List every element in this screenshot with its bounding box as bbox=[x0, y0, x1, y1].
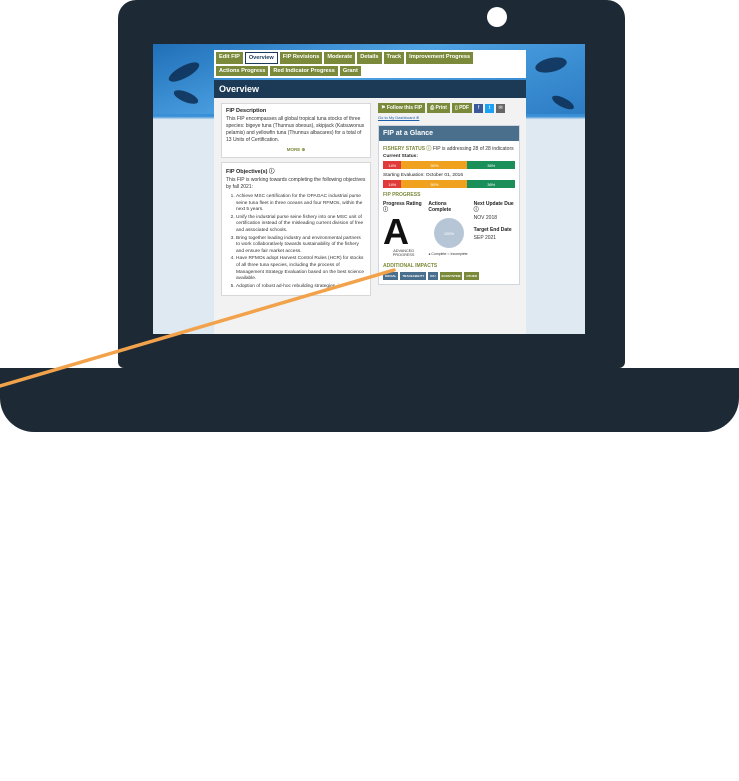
laptop-indicator bbox=[628, 773, 668, 781]
pointer-line-stroke bbox=[0, 268, 396, 388]
pointer-line bbox=[0, 268, 396, 388]
